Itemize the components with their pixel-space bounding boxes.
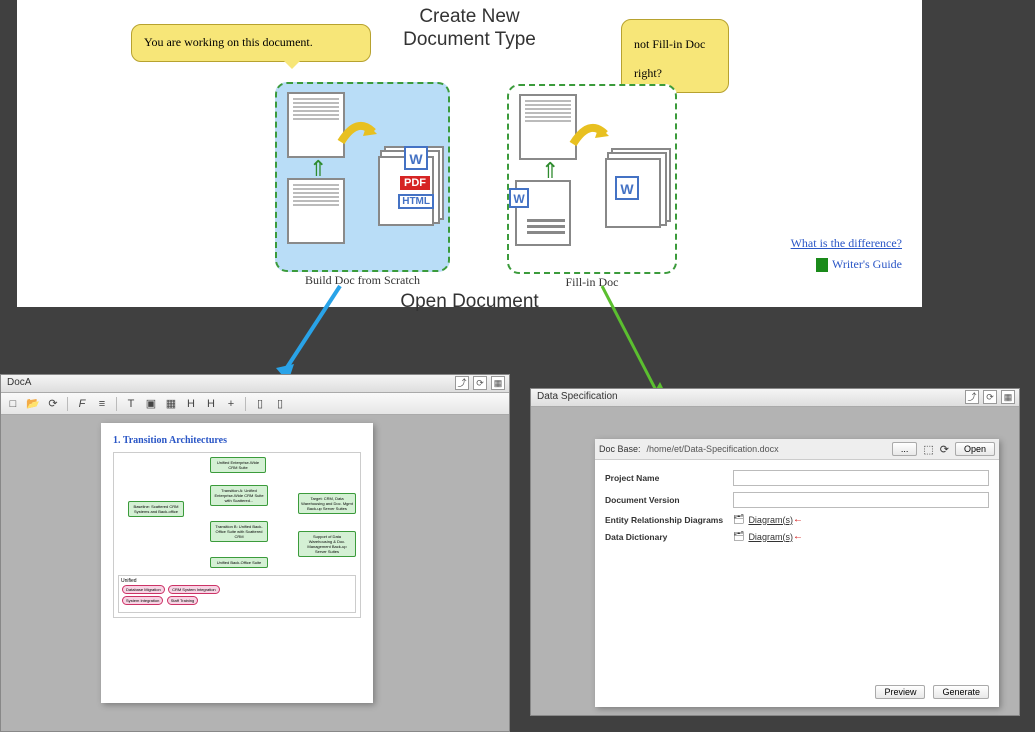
heading-l1: Create New (419, 6, 519, 27)
pages-icon[interactable]: ▯ (272, 396, 288, 412)
form-doc-icon: W (515, 180, 571, 246)
data-spec-window: Data Specification ⤴ ⟳ ▦ Doc Base: /home… (530, 388, 1020, 716)
doc-section-title: 1. Transition Architectures (113, 435, 361, 446)
work-package: Database Migration (122, 585, 165, 594)
add-icon[interactable]: + (223, 396, 239, 412)
list-icon[interactable]: ≡ (94, 396, 110, 412)
group-label: Unified (121, 578, 137, 584)
panel-heading: Create New Document Type (403, 6, 536, 52)
generate-button[interactable]: Generate (933, 685, 989, 699)
diagram-node: Target: CRM, Data Warehousing and Doc. M… (298, 493, 356, 514)
word-badge-icon: W (615, 176, 639, 200)
image-icon[interactable]: ▣ (143, 396, 159, 412)
refresh-icon[interactable]: ⟳ (983, 390, 997, 404)
form-row-erd: Entity Relationship Diagrams 🗂 Diagram(s… (605, 514, 989, 525)
doc-base-label: Doc Base: (599, 444, 641, 454)
preview-button[interactable]: Preview (875, 685, 925, 699)
diagrams-link[interactable]: Diagram(s) (748, 515, 793, 525)
heading-l2: Document Type (403, 29, 536, 50)
create-doc-panel: Create New Document Type You are working… (17, 0, 922, 307)
unified-group: Unified Database Migration CRM System In… (118, 575, 356, 613)
doca-window: DocA ⤴ ⟳ ▦ □ 📂 ⟳ F ≡ T ▣ ▦ H H + ▯ ▯ 1. … (0, 374, 510, 732)
arrow-to-doca (270, 282, 350, 386)
field-label: Data Dictionary (605, 532, 733, 542)
doc-icon (287, 178, 345, 244)
up-arrows-icon: ⇑ (309, 156, 327, 182)
titlebar: DocA ⤴ ⟳ ▦ (1, 375, 509, 393)
field-label: Project Name (605, 473, 733, 483)
open-icon[interactable]: 📂 (25, 396, 41, 412)
new-icon[interactable]: □ (5, 396, 21, 412)
word-badge-icon: W (509, 188, 529, 208)
work-package: Staff Training (167, 596, 199, 605)
refresh-icon[interactable]: ⟳ (473, 376, 487, 390)
layout-icon[interactable]: ▦ (491, 376, 505, 390)
refresh-icon[interactable]: ⟳ (45, 396, 61, 412)
callout-not-fillin: not Fill-in Doc right? (621, 19, 729, 93)
callout-text: You are working on this document. (144, 35, 313, 49)
button-bar: Preview Generate (875, 685, 989, 699)
writers-guide-link[interactable]: Writer's Guide (791, 257, 902, 272)
text-icon[interactable]: T (123, 396, 139, 412)
diagram-node: Support of Data Warehousing & Doc. Manag… (298, 531, 356, 557)
window-title: DocA (7, 377, 31, 388)
titlebar: Data Specification ⤴ ⟳ ▦ (531, 389, 1019, 407)
option-fillin-doc[interactable]: ⇑ W W Fill-in Doc (507, 84, 677, 274)
remove-icon[interactable]: ← (793, 514, 803, 525)
doc-base-path: /home/et/Data-Specification.docx (647, 444, 886, 454)
diagram: Unified Enterprise-Wide CRM Suite Baseli… (113, 452, 361, 618)
diagram-node: Unified Back-Office Suite (210, 557, 268, 568)
form-row-project: Project Name (605, 470, 989, 486)
diagram-icon: 🗂 (733, 514, 744, 525)
option-build-from-scratch[interactable]: ⇑ W PDF HTML Build Doc from Scratch (275, 82, 450, 272)
form-row-dd: Data Dictionary 🗂 Diagram(s) ← (605, 531, 989, 542)
toolbar: □ 📂 ⟳ F ≡ T ▣ ▦ H H + ▯ ▯ (1, 393, 509, 415)
document-version-input[interactable] (733, 492, 989, 508)
form-panel: Doc Base: /home/et/Data-Specification.do… (595, 439, 999, 707)
refresh-icon[interactable]: ⟳ (940, 443, 949, 456)
window-title: Data Specification (537, 391, 618, 402)
arrow-icon (337, 112, 379, 154)
doc-base-row: Doc Base: /home/et/Data-Specification.do… (595, 439, 999, 460)
diagram-node: Unified Enterprise-Wide CRM Suite (210, 457, 266, 473)
font-icon[interactable]: F (74, 396, 90, 412)
help-links: What is the difference? Writer's Guide (791, 236, 902, 272)
remove-icon[interactable]: ← (793, 531, 803, 542)
arrow-icon (569, 114, 611, 156)
layout-icon[interactable]: ▦ (1001, 390, 1015, 404)
table-icon[interactable]: ▦ (163, 396, 179, 412)
form-row-version: Document Version (605, 492, 989, 508)
open-button[interactable]: Open (955, 442, 995, 456)
browse-button[interactable]: ... (892, 442, 918, 456)
html-badge-icon: HTML (398, 194, 434, 209)
section-icon[interactable]: H (203, 396, 219, 412)
diagram-node: Baseline: Scattered CRM Systems and Back… (128, 501, 184, 517)
diagram-icon: 🗂 (733, 531, 744, 542)
doc-icon (816, 258, 828, 272)
callout-text: not Fill-in Doc (634, 37, 705, 51)
reveal-icon[interactable]: ⬚ (923, 443, 933, 456)
work-package: System Integration (122, 596, 163, 605)
diagram-node: Transition B: Unified Back-Office Suite … (210, 521, 268, 542)
section-icon[interactable]: H (183, 396, 199, 412)
export-icon[interactable]: ⤴ (965, 390, 979, 404)
word-badge-icon: W (404, 146, 428, 170)
callout-working-doc: You are working on this document. (131, 24, 371, 62)
page-icon[interactable]: ▯ (252, 396, 268, 412)
difference-link[interactable]: What is the difference? (791, 236, 902, 251)
export-icon[interactable]: ⤴ (455, 376, 469, 390)
work-package: CRM System Integration (168, 585, 220, 594)
pdf-badge-icon: PDF (400, 176, 430, 190)
field-label: Entity Relationship Diagrams (605, 515, 733, 525)
document-page: 1. Transition Architectures Unified Ente… (101, 423, 373, 703)
link-text: Writer's Guide (832, 257, 902, 271)
open-document-heading: Open Document (400, 291, 538, 313)
diagrams-link[interactable]: Diagram(s) (748, 532, 793, 542)
project-name-input[interactable] (733, 470, 989, 486)
diagram-node: Transition A: Unified Enterprise-Wide CR… (210, 485, 268, 506)
field-label: Document Version (605, 495, 733, 505)
callout-text: right? (634, 66, 662, 80)
